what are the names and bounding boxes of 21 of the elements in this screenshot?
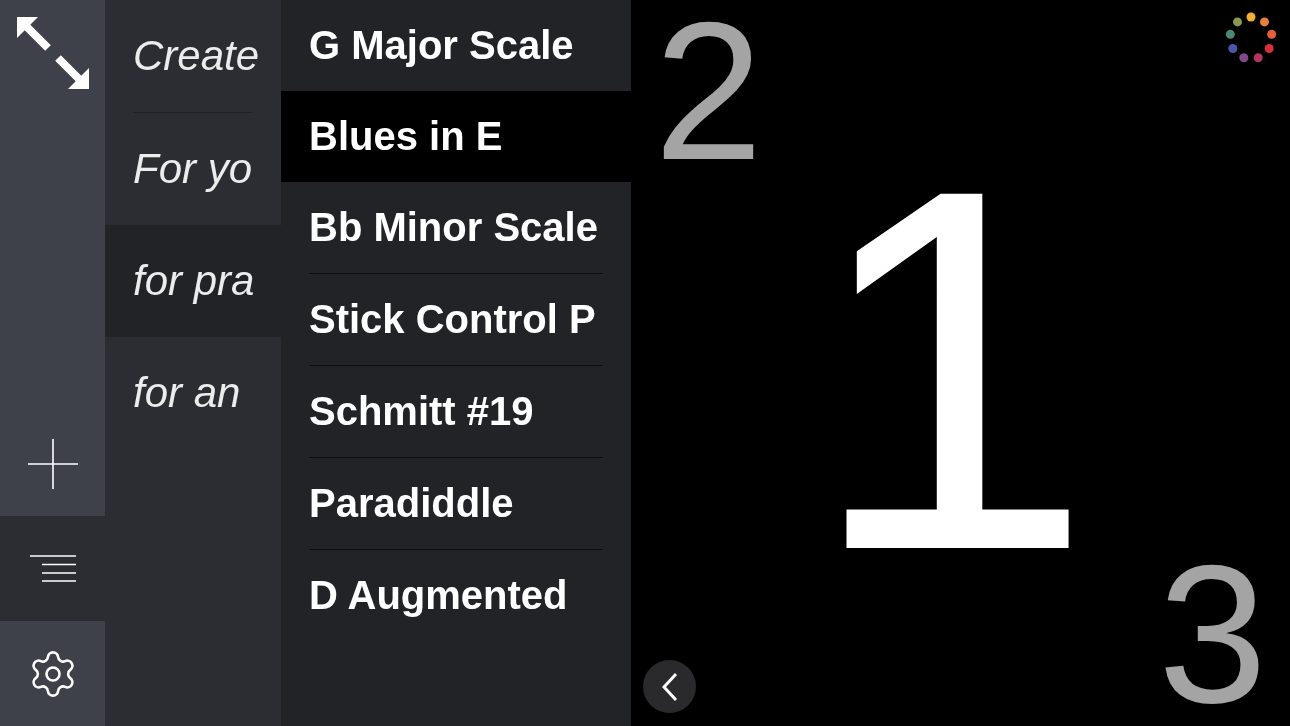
back-button[interactable]: [643, 660, 696, 713]
list-tab[interactable]: [0, 516, 105, 621]
exercise-item[interactable]: Bb Minor Scale: [281, 182, 631, 273]
category-item[interactable]: For yo: [105, 113, 281, 225]
exercise-item[interactable]: D Augmented: [281, 550, 631, 641]
plus-icon: [27, 438, 78, 489]
count-number: 1: [807, 164, 1094, 576]
exercise-item[interactable]: Paradiddle: [281, 458, 631, 549]
count-number: 2: [654, 14, 763, 171]
category-item[interactable]: Create: [105, 0, 281, 112]
exercise-item[interactable]: Schmitt #19: [281, 366, 631, 457]
exercise-item[interactable]: G Major Scale: [281, 0, 631, 91]
exercise-item[interactable]: Stick Control P: [281, 274, 631, 365]
expand-arrows-icon: [16, 16, 89, 89]
chevron-left-icon: [661, 671, 678, 702]
category-item[interactable]: for pra: [105, 225, 281, 337]
exercise-item[interactable]: Blues in E: [281, 91, 631, 182]
color-dot-ring-icon: [1225, 12, 1277, 64]
list-lines-icon: [29, 555, 76, 582]
count-number: 3: [1158, 557, 1267, 714]
category-item[interactable]: for an: [105, 337, 281, 449]
